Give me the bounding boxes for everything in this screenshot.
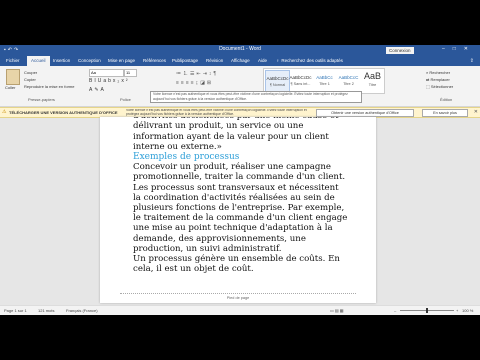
style-no-spacing[interactable]: AaBbCcDc ¶ Sans int...	[289, 70, 312, 92]
warning-icon: ⚠	[2, 109, 7, 115]
document-page[interactable]: « Un processus est défini comme l'enchaî…	[100, 117, 376, 303]
ribbon-tabs: Fichier Accueil Insertion Conception Mis…	[0, 56, 480, 66]
select-label: Sélectionner	[430, 84, 454, 89]
find-button[interactable]: ⌕ Rechercher	[426, 69, 453, 76]
find-label: Rechercher	[429, 70, 451, 75]
footer-label: Pied de page	[226, 296, 250, 300]
strikethrough-icon[interactable]: ab	[103, 78, 113, 84]
cut-button[interactable]: Couper	[24, 69, 74, 76]
clipboard-items: Couper Copier Reproduire la mise en form…	[24, 69, 74, 90]
paragraph-list-row: ≔⒈☰⇤⇥↕¶	[176, 70, 218, 77]
doc-paragraph[interactable]: Un processus génère un ensemble de coûts…	[133, 254, 349, 274]
tab-review[interactable]: Révision	[206, 56, 223, 66]
tab-design[interactable]: Conception	[78, 56, 101, 66]
close-icon[interactable]: ✕	[464, 46, 476, 52]
style-name: Titre	[368, 83, 377, 87]
style-heading-1[interactable]: AaBbCc Titre 1	[313, 70, 336, 92]
numbering-icon[interactable]: ⒈	[183, 71, 190, 77]
style-name: ¶ Sans int...	[290, 82, 311, 86]
tab-file[interactable]: Fichier	[6, 56, 20, 66]
lightbulb-icon: ♀	[276, 58, 280, 63]
activation-message: Votre licence n'est pas authentique et v…	[126, 109, 307, 116]
language-indicator[interactable]: Français (France)	[66, 308, 98, 313]
style-name: Titre 1	[319, 82, 330, 86]
doc-paragraph[interactable]: Les processus sont transversaux et néces…	[133, 183, 349, 254]
editing-items: ⌕ Rechercher ⇄ Remplacer ⬚ Sélectionner	[426, 69, 453, 90]
doc-paragraph[interactable]: « Un processus est défini comme l'enchaî…	[133, 117, 349, 152]
learn-more-button[interactable]: En savoir plus	[422, 109, 468, 117]
tab-home[interactable]: Accueil	[27, 56, 50, 66]
window-controls: –□✕	[442, 46, 476, 52]
style-sample: AaBbCcDc	[266, 76, 289, 81]
style-name: Titre 2	[343, 82, 354, 86]
style-name: ¶ Normal	[269, 83, 286, 87]
tab-layout[interactable]: Mise en page	[108, 56, 135, 66]
format-painter-button[interactable]: Reproduire la mise en forme	[24, 83, 74, 90]
zoom-slider-thumb[interactable]	[426, 308, 428, 313]
status-bar: Page 1 sur 1 121 mots Français (France) …	[0, 305, 480, 315]
style-sample: AaBbCc	[316, 75, 333, 80]
superscript-icon[interactable]: x²	[121, 78, 129, 84]
title-bar: ▪↶↷ Document1 - Word Connexion –□✕	[0, 45, 480, 56]
font-format-row: BIUabx₂x²	[89, 78, 130, 84]
select-button[interactable]: ⬚ Sélectionner	[426, 83, 453, 90]
font-size-select[interactable]: 11	[124, 69, 137, 77]
activation-title: TÉLÉCHARGER UNE VERSION AUTHENTIQUE D'OF…	[9, 110, 118, 115]
borders-icon[interactable]: ⊞	[207, 80, 213, 86]
zoom-out-icon[interactable]: –	[394, 308, 396, 313]
footer-divider	[120, 293, 356, 294]
copy-button[interactable]: Copier	[24, 76, 74, 83]
clipboard-group-label: Presse-papiers	[28, 97, 55, 102]
get-genuine-office-button[interactable]: Obtenir une version authentique d'Office	[316, 109, 414, 117]
style-sample: AaBbCcC	[338, 75, 359, 80]
share-icon[interactable]: ⇪	[470, 58, 474, 64]
style-sample: AaBbCcDc	[289, 75, 312, 80]
shading-icon[interactable]: ◪	[200, 80, 207, 86]
maximize-icon[interactable]: □	[453, 46, 464, 52]
word-count[interactable]: 121 mots	[38, 308, 54, 313]
replace-button[interactable]: ⇄ Remplacer	[426, 76, 453, 83]
replace-label: Remplacer	[430, 77, 450, 82]
tell-me-search[interactable]: ♀ Recherchez des outils adaptés	[276, 56, 343, 66]
style-title[interactable]: AaB Titre	[361, 70, 384, 92]
style-heading-2[interactable]: AaBbCcC Titre 2	[337, 70, 360, 92]
zoom-in-icon[interactable]: +	[456, 308, 458, 313]
doc-paragraph[interactable]: Concevoir un produit, réaliser une campa…	[133, 162, 349, 182]
tell-me-label: Recherchez des outils adaptés	[281, 58, 343, 63]
doc-heading[interactable]: Exemples de processus	[133, 152, 349, 162]
font-name-select[interactable]: Aa	[89, 69, 124, 77]
tab-help[interactable]: Aide	[258, 56, 267, 66]
view-buttons: ▭ ▤ ▦	[330, 308, 344, 313]
editing-group-label: Édition	[440, 97, 453, 102]
tab-references[interactable]: Références	[143, 56, 166, 66]
font-group-label: Police	[120, 97, 131, 102]
close-icon[interactable]: ✕	[474, 109, 478, 115]
style-sample: AaB	[363, 71, 381, 81]
license-tooltip: Votre licence n'est pas authentique et v…	[150, 91, 362, 103]
document-body[interactable]: « Un processus est défini comme l'enchaî…	[133, 117, 349, 274]
paragraph-align-row: ≡≡≡≡↨◪⊞	[176, 80, 213, 86]
page-count[interactable]: Page 1 sur 1	[4, 308, 27, 313]
minimize-icon[interactable]: –	[442, 46, 453, 52]
font-color-row: A✎A	[89, 87, 106, 93]
font-color-icon[interactable]: A	[101, 87, 106, 93]
bullets-icon[interactable]: ≔	[176, 71, 183, 77]
zoom-level[interactable]: 100 %	[462, 308, 473, 313]
connect-button[interactable]: Connexion	[386, 47, 414, 54]
paste-button-label[interactable]: Coller	[5, 85, 15, 90]
tab-view[interactable]: Affichage	[231, 56, 250, 66]
web-layout-icon[interactable]: ▦	[340, 308, 344, 313]
tab-insert[interactable]: Insertion	[53, 56, 70, 66]
word-window: ▪↶↷ Document1 - Word Connexion –□✕ Fichi…	[0, 45, 480, 315]
tab-mailings[interactable]: Publipostage	[172, 56, 198, 66]
paste-icon[interactable]	[6, 69, 20, 85]
show-marks-icon[interactable]: ¶	[213, 71, 218, 77]
